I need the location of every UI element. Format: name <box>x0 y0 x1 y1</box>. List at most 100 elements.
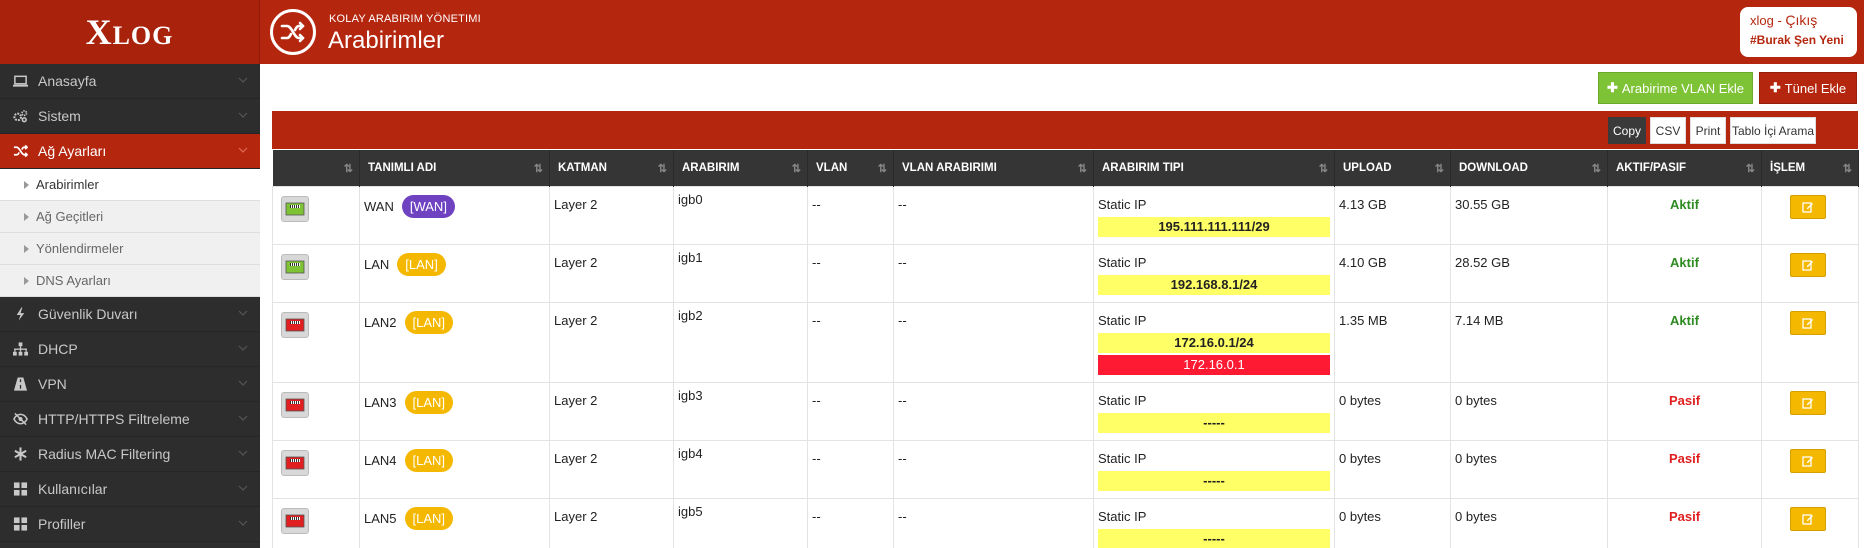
sidebar-subitem-dns-ayarlari[interactable]: DNS Ayarları <box>0 265 260 297</box>
edit-icon <box>1802 513 1813 525</box>
col-header-vlan[interactable]: VLAN ⇅ <box>807 150 894 186</box>
ip-address: ----- <box>1098 412 1330 433</box>
cell-layer: Layer 2 <box>549 243 674 303</box>
chevron-down-icon <box>238 77 248 83</box>
shuffle-icon <box>12 144 28 158</box>
interface-badge: [LAN] <box>404 390 454 414</box>
print-button[interactable]: Print <box>1690 117 1726 144</box>
sidebar-item-sistem[interactable]: Sistem <box>0 99 260 134</box>
logo[interactable]: XLOG <box>0 0 260 64</box>
cell-interface: igb0 <box>673 185 808 245</box>
col-header-interface-type[interactable]: ARABIRIM TIPI ⇅ <box>1093 150 1335 186</box>
cell-interface-type: Static IP 195.111.111.111/29 <box>1093 185 1335 245</box>
cell-port <box>272 301 360 383</box>
cell-status: Aktif <box>1607 243 1762 303</box>
cell-layer: Layer 2 <box>549 185 674 245</box>
separator: - <box>1773 13 1786 28</box>
sidebar-subitem-label: Ağ Geçitleri <box>36 209 104 224</box>
sidebar-item-ag-ayarlari[interactable]: Ağ Ayarları <box>0 134 260 169</box>
table-row: LAN3 [LAN] Layer 2 igb3 -- -- Static IP … <box>272 381 1859 441</box>
edit-button[interactable] <box>1790 252 1826 277</box>
sort-icon: ⇅ <box>1745 163 1755 175</box>
sidebar-subitem-ag-gecitleri[interactable]: Ağ Geçitleri <box>0 201 260 233</box>
page-title: Arabirimler <box>328 27 445 54</box>
cell-name: LAN5 [LAN] <box>359 497 550 548</box>
cell-layer: Layer 2 <box>549 439 674 499</box>
sidebar-subitem-arabirimler[interactable]: Arabirimler <box>0 169 260 201</box>
sidebar-item-vpn[interactable]: VPN <box>0 367 260 402</box>
csv-button[interactable]: CSV <box>1650 117 1686 144</box>
sidebar-item-dhcp[interactable]: DHCP <box>0 332 260 367</box>
cell-interface: igb2 <box>673 301 808 383</box>
table-search-button[interactable]: Tablo İçi Arama <box>1730 117 1816 144</box>
grid-icon <box>12 517 28 531</box>
cell-name: WAN [WAN] <box>359 185 550 245</box>
user-box: xlog - Çıkış #Burak Şen Yeni <box>1740 7 1857 57</box>
col-header-status[interactable]: AKTIF/PASIF ⇅ <box>1607 150 1762 186</box>
col-header-action[interactable]: İŞLEM ⇅ <box>1761 150 1859 186</box>
sidebar-item-guvenlik-duvari[interactable]: Güvenlik Duvarı <box>0 297 260 332</box>
interface-type: Static IP <box>1098 450 1147 466</box>
ethernet-port-icon <box>281 253 309 280</box>
cell-vlan: -- <box>807 439 894 499</box>
caret-right-icon <box>24 276 29 285</box>
ethernet-port-icon <box>281 311 309 338</box>
ip-address: 172.16.0.1/24 <box>1098 332 1330 353</box>
sort-icon: ⇅ <box>791 163 801 175</box>
cell-upload: 0 bytes <box>1334 439 1451 499</box>
plus-icon: ✚ <box>1606 80 1618 95</box>
table-row: LAN [LAN] Layer 2 igb1 -- -- Static IP 1… <box>272 243 1859 303</box>
ip-address: ----- <box>1098 470 1330 491</box>
sitemap-icon <box>12 342 28 356</box>
cell-status: Pasif <box>1607 381 1762 441</box>
sidebar-subitem-yonlendirmeler[interactable]: Yönlendirmeler <box>0 233 260 265</box>
sidebar-item-label: HTTP/HTTPS Filtreleme <box>38 411 190 427</box>
col-header-interface[interactable]: ARABIRIM ⇅ <box>673 150 808 186</box>
sidebar-subitem-label: DNS Ayarları <box>36 273 111 288</box>
add-vlan-button[interactable]: ✚ Arabirime VLAN Ekle <box>1598 72 1753 104</box>
edit-button[interactable] <box>1790 310 1826 335</box>
cell-action <box>1761 381 1859 441</box>
col-header-download[interactable]: DOWNLOAD ⇅ <box>1450 150 1608 186</box>
edit-button[interactable] <box>1790 506 1826 531</box>
cell-download: 0 bytes <box>1450 439 1608 499</box>
col-header-port[interactable]: ⇅ <box>272 150 360 186</box>
chevron-down-icon <box>238 450 248 456</box>
edit-button[interactable] <box>1790 390 1826 415</box>
copy-button[interactable]: Copy <box>1608 117 1646 144</box>
edit-button[interactable] <box>1790 194 1826 219</box>
chevron-down-icon <box>238 415 248 421</box>
cell-action <box>1761 301 1859 383</box>
cell-upload: 1.35 MB <box>1334 301 1451 383</box>
cell-layer: Layer 2 <box>549 381 674 441</box>
caret-right-icon <box>24 180 29 189</box>
chevron-down-icon <box>238 147 248 153</box>
table-toolbar: Copy CSV Print Tablo İçi Arama <box>272 111 1858 149</box>
interface-name: WAN <box>364 198 394 214</box>
user-tag: #Burak Şen Yeni <box>1750 33 1844 47</box>
cell-download: 28.52 GB <box>1450 243 1608 303</box>
sidebar-item-profiller[interactable]: Profiller <box>0 507 260 542</box>
bolt-icon <box>12 307 28 321</box>
sidebar-item-anasayfa[interactable]: Anasayfa <box>0 64 260 99</box>
col-header-upload[interactable]: UPLOAD ⇅ <box>1334 150 1451 186</box>
sidebar-item-radius-mac[interactable]: Radius MAC Filtering <box>0 437 260 472</box>
sidebar-item-http-filtreleme[interactable]: HTTP/HTTPS Filtreleme <box>0 402 260 437</box>
ethernet-port-icon <box>281 449 309 476</box>
sidebar-item-kullanicilar[interactable]: Kullanıcılar <box>0 472 260 507</box>
cell-upload: 4.13 GB <box>1334 185 1451 245</box>
cell-layer: Layer 2 <box>549 301 674 383</box>
add-tunnel-button[interactable]: ✚ Tünel Ekle <box>1759 72 1857 104</box>
ethernet-port-icon <box>281 507 309 534</box>
col-header-layer[interactable]: KATMAN ⇅ <box>549 150 674 186</box>
caret-right-icon <box>24 212 29 221</box>
col-header-name[interactable]: TANIMLI ADI ⇅ <box>359 150 550 186</box>
logout-link[interactable]: Çıkış <box>1785 12 1817 28</box>
cell-status: Aktif <box>1607 301 1762 383</box>
edit-button[interactable] <box>1790 448 1826 473</box>
col-header-vlan-interface[interactable]: VLAN ARABIRIMI ⇅ <box>893 150 1094 186</box>
sort-icon: ⇅ <box>1591 163 1601 175</box>
plus-icon: ✚ <box>1769 80 1781 95</box>
cell-name: LAN4 [LAN] <box>359 439 550 499</box>
cell-action <box>1761 243 1859 303</box>
